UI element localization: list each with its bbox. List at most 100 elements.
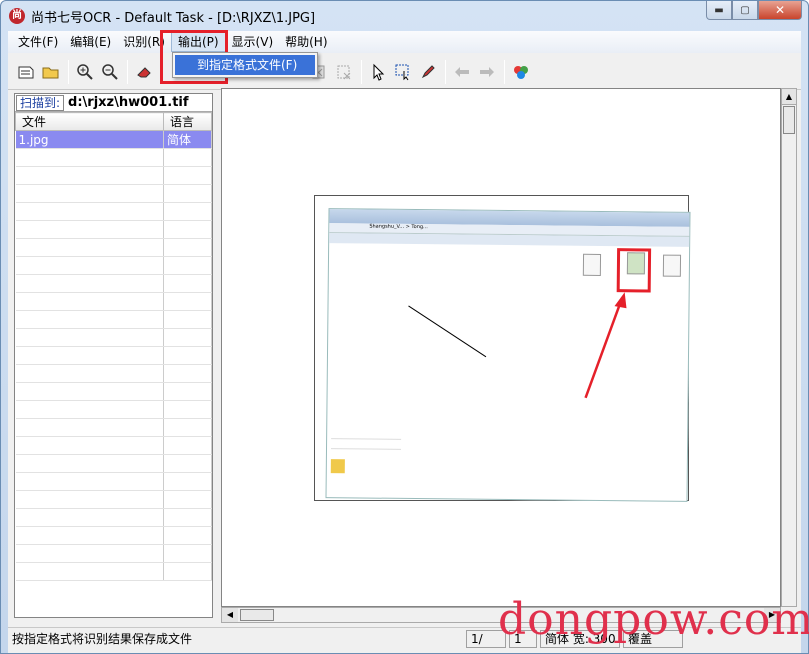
table-row[interactable] <box>15 490 212 509</box>
language-cell[interactable] <box>163 292 212 311</box>
file-name-cell[interactable] <box>15 364 164 383</box>
language-cell[interactable] <box>163 166 212 185</box>
file-name-cell[interactable] <box>15 346 164 365</box>
maximize-button[interactable]: ▢ <box>732 1 758 20</box>
language-cell[interactable]: 简体 <box>163 130 212 149</box>
language-cell[interactable] <box>163 418 212 437</box>
language-cell[interactable] <box>163 436 212 455</box>
pen-icon[interactable] <box>416 60 440 84</box>
file-name-cell[interactable] <box>15 544 164 563</box>
scroll-left-icon[interactable]: ◀ <box>222 608 238 622</box>
menu-help[interactable]: 帮助(H) <box>279 32 333 52</box>
vertical-scrollbar[interactable]: ▲ <box>781 88 797 607</box>
file-name-cell[interactable] <box>15 328 164 347</box>
forward-arrow-icon[interactable] <box>475 60 499 84</box>
open-scan-icon[interactable] <box>14 60 38 84</box>
language-cell[interactable] <box>163 274 212 293</box>
language-cell[interactable] <box>163 400 212 419</box>
language-cell[interactable] <box>163 526 212 545</box>
table-row[interactable] <box>15 310 212 329</box>
file-name-cell[interactable] <box>15 454 164 473</box>
file-name-cell[interactable] <box>15 184 164 203</box>
table-row[interactable] <box>15 256 212 275</box>
language-cell[interactable] <box>163 256 212 275</box>
vertical-scroll-thumb[interactable] <box>783 106 795 134</box>
language-cell[interactable] <box>163 148 212 167</box>
table-row[interactable] <box>15 544 212 563</box>
language-cell[interactable] <box>163 202 212 221</box>
file-name-cell[interactable] <box>15 490 164 509</box>
file-name-cell[interactable] <box>15 418 164 437</box>
table-row[interactable] <box>15 220 212 239</box>
eraser-icon[interactable] <box>132 60 156 84</box>
file-name-cell[interactable] <box>15 148 164 167</box>
table-row[interactable] <box>15 508 212 527</box>
file-name-cell[interactable] <box>15 238 164 257</box>
language-cell[interactable] <box>163 508 212 527</box>
table-row[interactable] <box>15 292 212 311</box>
language-cell[interactable] <box>163 562 212 581</box>
table-row[interactable] <box>15 328 212 347</box>
language-cell[interactable] <box>163 544 212 563</box>
language-cell[interactable] <box>163 472 212 491</box>
file-name-cell[interactable] <box>15 400 164 419</box>
language-cell[interactable] <box>163 238 212 257</box>
table-row[interactable] <box>15 472 212 491</box>
language-cell[interactable] <box>163 310 212 329</box>
file-name-cell[interactable] <box>15 256 164 275</box>
table-row[interactable] <box>15 346 212 365</box>
table-row[interactable] <box>15 166 212 185</box>
language-cell[interactable] <box>163 328 212 347</box>
column-file[interactable]: 文件 <box>15 112 164 131</box>
language-cell[interactable] <box>163 382 212 401</box>
file-name-cell[interactable] <box>15 562 164 581</box>
language-cell[interactable] <box>163 346 212 365</box>
horizontal-scroll-thumb[interactable] <box>240 609 274 621</box>
back-arrow-icon[interactable] <box>450 60 474 84</box>
file-name-cell[interactable] <box>15 436 164 455</box>
file-name-cell[interactable] <box>15 166 164 185</box>
file-name-cell[interactable] <box>15 508 164 527</box>
menu-edit[interactable]: 编辑(E) <box>64 32 117 52</box>
zoom-in-icon[interactable] <box>73 60 97 84</box>
pointer-icon[interactable] <box>366 60 390 84</box>
language-cell[interactable] <box>163 220 212 239</box>
table-row[interactable] <box>15 418 212 437</box>
open-folder-icon[interactable] <box>39 60 63 84</box>
table-row[interactable] <box>15 436 212 455</box>
remove-icon[interactable] <box>332 60 356 84</box>
table-row[interactable] <box>15 526 212 545</box>
file-name-cell[interactable] <box>15 274 164 293</box>
zoom-out-icon[interactable] <box>98 60 122 84</box>
file-name-cell[interactable] <box>15 220 164 239</box>
table-row[interactable] <box>15 364 212 383</box>
table-row[interactable] <box>15 454 212 473</box>
table-row[interactable] <box>15 184 212 203</box>
language-cell[interactable] <box>163 454 212 473</box>
scroll-up-icon[interactable]: ▲ <box>782 89 796 105</box>
file-name-cell[interactable]: 1.jpg <box>15 130 164 149</box>
file-name-cell[interactable] <box>15 292 164 311</box>
table-row[interactable] <box>15 562 212 581</box>
file-name-cell[interactable] <box>15 472 164 491</box>
close-button[interactable]: ✕ <box>758 1 802 20</box>
table-row[interactable]: 1.jpg 简体 <box>15 130 212 149</box>
table-row[interactable] <box>15 274 212 293</box>
menu-item-save-format[interactable]: 到指定格式文件(F) <box>175 55 315 75</box>
table-row[interactable] <box>15 400 212 419</box>
table-row[interactable] <box>15 202 212 221</box>
file-name-cell[interactable] <box>15 382 164 401</box>
table-row[interactable] <box>15 148 212 167</box>
minimize-button[interactable]: ▬ <box>706 1 732 20</box>
file-name-cell[interactable] <box>15 310 164 329</box>
language-cell[interactable] <box>163 364 212 383</box>
select-region-icon[interactable] <box>391 60 415 84</box>
file-name-cell[interactable] <box>15 526 164 545</box>
scan-to-label[interactable]: 扫描到: <box>16 94 65 111</box>
column-language[interactable]: 语言 <box>163 112 212 131</box>
color-icon[interactable] <box>509 60 533 84</box>
menu-file[interactable]: 文件(F) <box>12 32 64 52</box>
table-row[interactable] <box>15 238 212 257</box>
file-name-cell[interactable] <box>15 202 164 221</box>
language-cell[interactable] <box>163 184 212 203</box>
